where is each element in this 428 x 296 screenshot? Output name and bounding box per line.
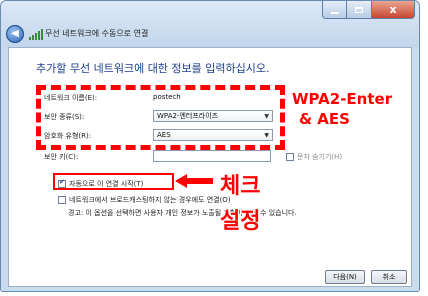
content-panel	[8, 47, 412, 287]
window-title: 무선 네트워크에 수동으로 연결	[45, 29, 149, 38]
page-heading: 추가할 무선 네트워크에 대한 정보를 입력하십시오.	[36, 62, 270, 75]
connect-hidden-option[interactable]: 네트워크에서 브로드캐스팅하지 않는 경우에도 연결(O)	[58, 195, 231, 205]
annotation-check-line2: 설정	[220, 209, 261, 234]
security-key-input[interactable]	[153, 150, 271, 162]
hide-characters-checkbox[interactable]	[286, 153, 294, 161]
security-key-label: 보안 키(C):	[44, 153, 79, 161]
warning-text: 경고: 이 옵션을 선택하면 사용자 개인 정보가 노출될 위험이 따를 수 있…	[68, 209, 297, 217]
annotation-wpa-line2: & AES	[299, 110, 350, 128]
minimize-icon	[330, 11, 339, 14]
close-icon: x	[389, 3, 397, 16]
red-arrow-icon	[175, 174, 213, 188]
stage: x ◀ 무선 네트워크에 수동으로 연결 추가할 무선 네트워크에 대한 정보를…	[0, 0, 428, 296]
cancel-button[interactable]: 취소	[371, 270, 407, 284]
back-button[interactable]: ◀	[6, 25, 24, 43]
security-settings-highlight	[36, 85, 285, 150]
back-arrow-icon: ◀	[11, 28, 19, 39]
connect-hidden-label: 네트워크에서 브로드캐스팅하지 않는 경우에도 연결(O)	[69, 196, 231, 204]
minimize-button[interactable]	[322, 1, 347, 19]
maximize-icon	[355, 6, 363, 13]
maximize-button[interactable]	[347, 1, 372, 19]
wifi-icon	[29, 29, 43, 40]
annotation-wpa-line1: WPA2-Enter	[292, 90, 393, 108]
auto-connect-highlight	[53, 173, 174, 190]
next-button[interactable]: 다음(N)	[325, 270, 365, 284]
hide-characters-label: 문자 숨기기(H)	[297, 153, 343, 161]
connect-hidden-checkbox[interactable]	[58, 196, 66, 204]
close-button[interactable]: x	[372, 1, 415, 19]
caption-buttons: x	[322, 1, 415, 19]
annotation-check-line1: 체크	[220, 174, 261, 199]
title-bar: x ◀ 무선 네트워크에 수동으로 연결	[1, 1, 419, 47]
hide-characters-option[interactable]: 문자 숨기기(H)	[286, 152, 342, 162]
